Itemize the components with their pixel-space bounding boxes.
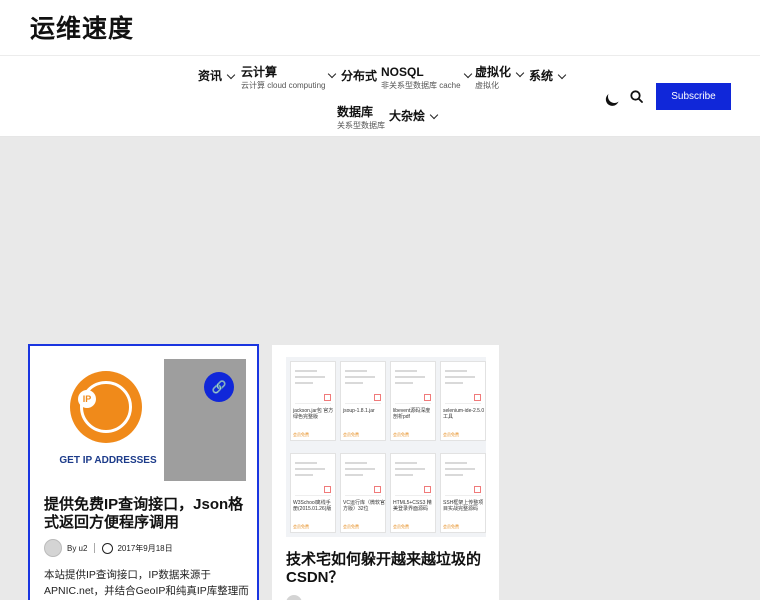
pdf-icon: [374, 394, 381, 401]
document-tag: 会员免费: [293, 524, 309, 529]
post-card[interactable]: IP GET IP ADDRESSES 🔗 提供免费IP查询接口，Json格式返…: [28, 344, 259, 600]
document-tag: 会员免费: [393, 524, 409, 529]
pdf-icon: [324, 486, 331, 493]
nav-label: 数据库: [337, 105, 374, 119]
nav-item-news[interactable]: 资讯: [198, 69, 236, 84]
document-caption: jackson.jar包 官方绿色完整版: [293, 408, 334, 420]
thumbnail-caption: GET IP ADDRESSES: [59, 455, 157, 466]
ip-badge: IP: [78, 390, 96, 408]
pdf-icon: [424, 394, 431, 401]
chevron-down-icon: [328, 69, 337, 79]
post-date[interactable]: 2017年9月18日: [117, 543, 172, 554]
search-icon[interactable]: [630, 90, 643, 103]
document-caption: SSH框架上传整项目实战完整源码: [443, 500, 484, 512]
avatar[interactable]: [44, 539, 62, 557]
site-title[interactable]: 运维速度: [30, 9, 134, 45]
post-title[interactable]: 提供免费IP查询接口，Json格式返回方便程序调用: [44, 496, 249, 532]
chevron-down-icon: [557, 70, 567, 80]
subscribe-button[interactable]: Subscribe: [656, 83, 731, 110]
document-tag: 会员免费: [443, 524, 459, 529]
document-tag: 会员免费: [443, 432, 459, 437]
post-thumbnail[interactable]: jackson.jar包 官方绿色完整版会员免费 jsoup-1.8.1.jar 会…: [286, 357, 486, 537]
nav-label: 资讯: [198, 69, 223, 83]
document-caption: W3School离线手册(2015.01.26)版: [293, 500, 332, 512]
document-tile: selenium-ide-2.5.0工具会员免费: [440, 361, 486, 441]
document-tile: VC运行库（微软官方版）32位会员免费: [340, 453, 386, 533]
pdf-icon: [424, 486, 431, 493]
nav-item-nosql[interactable]: NOSQL 非关系型数据库 cache: [381, 65, 472, 91]
nav-item-distributed[interactable]: 分布式: [341, 69, 377, 84]
pdf-icon: [474, 394, 481, 401]
document-caption: VC运行库（微软官方版）32位: [343, 500, 385, 512]
nav-label: 大杂烩: [389, 109, 426, 123]
document-tile: W3School离线手册(2015.01.26)版会员免费: [290, 453, 336, 533]
globe-icon: IP: [70, 371, 142, 443]
site-header: 运维速度 资讯 云计算 云计算 cloud computing 分布式 NOSQ…: [0, 0, 760, 137]
nav-item-database[interactable]: 数据库 关系型数据库: [337, 105, 385, 131]
nav-sublabel: 虚拟化: [475, 81, 499, 90]
nav-item-system[interactable]: 系统: [529, 69, 567, 84]
document-tag: 会员免费: [293, 432, 309, 437]
post-title[interactable]: 技术宅如何躲开越来越垃圾的CSDN？: [286, 551, 486, 587]
nav-label: 系统: [529, 69, 554, 83]
document-caption: jsoup-1.8.1.jar: [343, 408, 375, 414]
nav-item-misc[interactable]: 大杂烩: [389, 109, 439, 124]
document-tile: jackson.jar包 官方绿色完整版会员免费: [290, 361, 336, 441]
meta-divider: [94, 543, 96, 553]
link-icon[interactable]: 🔗: [204, 372, 234, 402]
document-caption: libevent源码深度剖析pdf: [393, 408, 431, 420]
nav-label: 分布式: [341, 69, 378, 83]
nav-label: 云计算: [241, 65, 278, 79]
nav-label: NOSQL: [381, 65, 424, 79]
document-caption: HTML5+CSS3 精美登录界面源码: [393, 500, 432, 512]
post-thumbnail[interactable]: IP GET IP ADDRESSES 🔗: [44, 359, 246, 481]
nav-sublabel: 云计算 cloud computing: [241, 81, 326, 90]
nav-item-cloud[interactable]: 云计算 云计算 cloud computing: [241, 65, 337, 91]
clock-icon: [102, 542, 114, 554]
post-author[interactable]: By u2: [67, 544, 87, 553]
nav-sublabel: 非关系型数据库 cache: [381, 81, 461, 90]
pdf-icon: [374, 486, 381, 493]
document-caption: selenium-ide-2.5.0工具: [443, 408, 485, 420]
chevron-down-icon: [226, 70, 236, 80]
avatar[interactable]: [286, 595, 302, 600]
document-tag: 会员免费: [343, 432, 359, 437]
moon-icon[interactable]: [606, 88, 623, 105]
document-tag: 会员免费: [343, 524, 359, 529]
document-tile: jsoup-1.8.1.jar 会员免费: [340, 361, 386, 441]
nav-sublabel: 关系型数据库: [337, 121, 385, 130]
nav-label: 虚拟化: [475, 65, 512, 79]
pdf-icon: [324, 394, 331, 401]
pdf-icon: [474, 486, 481, 493]
post-card[interactable]: jackson.jar包 官方绿色完整版会员免费 jsoup-1.8.1.jar 会…: [272, 345, 499, 600]
chevron-down-icon: [429, 110, 439, 120]
document-tile: SSH框架上传整项目实战完整源码会员免费: [440, 453, 486, 533]
header-divider: [0, 55, 760, 56]
post-excerpt: 本站提供IP查询接口，IP数据来源于APNIC.net，并结合GeoIP和纯真I…: [44, 569, 249, 597]
thumbnail-placeholder: [164, 359, 246, 481]
document-tag: 会员免费: [393, 432, 409, 437]
document-tile: libevent源码深度剖析pdf 会员免费: [390, 361, 436, 441]
post-meta: By u2 2017年9月18日: [44, 539, 173, 557]
document-tile: HTML5+CSS3 精美登录界面源码会员免费: [390, 453, 436, 533]
chevron-down-icon: [463, 69, 472, 79]
nav-item-virtualization[interactable]: 虚拟化 虚拟化: [475, 65, 525, 91]
chevron-down-icon: [515, 68, 525, 78]
